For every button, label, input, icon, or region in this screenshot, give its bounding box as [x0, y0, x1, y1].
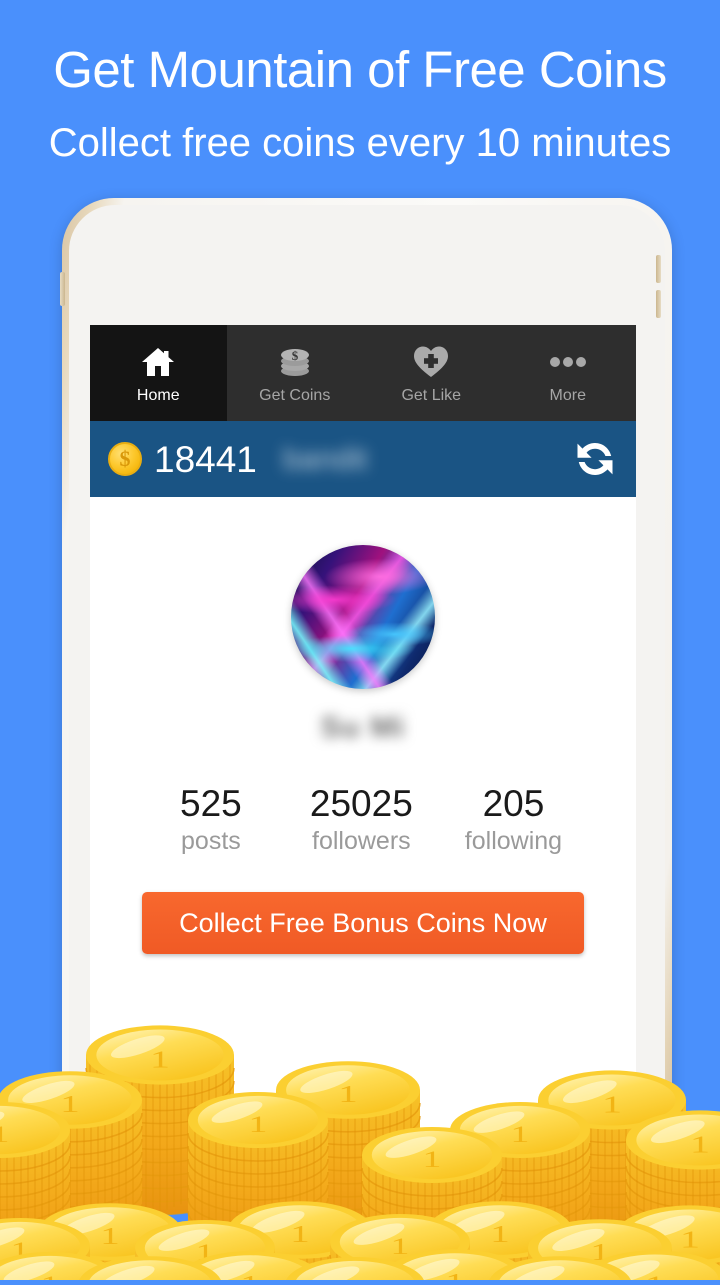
svg-text:1: 1 — [240, 1271, 259, 1280]
tab-home-label: Home — [136, 387, 180, 404]
profile-name: Su Mi — [320, 711, 406, 744]
svg-text:1: 1 — [11, 1237, 30, 1263]
stat-followers[interactable]: 25025 followers — [309, 783, 413, 855]
collect-free-bonus-coins-button[interactable]: Collect Free Bonus Coins Now — [142, 892, 584, 955]
svg-text:$: $ — [292, 348, 299, 363]
home-icon — [138, 342, 178, 382]
profile-stats: 525 posts 25025 followers 205 following — [90, 783, 636, 855]
tab-more[interactable]: More — [500, 325, 637, 421]
cta-container: Collect Free Bonus Coins Now — [90, 854, 636, 955]
coin-balance-value: 18441 — [154, 438, 257, 480]
svg-text:1: 1 — [0, 1121, 9, 1147]
svg-text:1: 1 — [645, 1271, 665, 1280]
svg-text:1: 1 — [346, 1276, 365, 1280]
svg-text:1: 1 — [41, 1271, 60, 1280]
svg-text:1: 1 — [690, 1131, 710, 1159]
stat-followers-label: followers — [312, 826, 411, 855]
stat-following-value: 205 — [482, 783, 545, 824]
svg-text:1: 1 — [680, 1226, 700, 1254]
stat-posts-label: posts — [181, 826, 241, 855]
volume-down-button[interactable] — [656, 290, 661, 318]
stat-posts-value: 525 — [180, 783, 242, 824]
stat-following[interactable]: 205 following — [464, 783, 563, 855]
tab-get-coins[interactable]: $ Get Coins — [227, 325, 364, 421]
volume-up-button[interactable] — [656, 255, 661, 283]
svg-text:1: 1 — [445, 1269, 464, 1280]
profile-section: Su Mi 525 posts 25025 followers 205 foll… — [90, 497, 636, 955]
bottom-tab-bar: Home $ Get Coins Get Like More — [90, 325, 636, 421]
svg-text:1: 1 — [140, 1276, 159, 1280]
svg-text:1: 1 — [490, 1221, 509, 1248]
app-screen: Home $ Get Coins Get Like More $ 18441 b… — [90, 325, 636, 1145]
svg-text:1: 1 — [550, 1276, 569, 1280]
stat-posts[interactable]: 525 posts — [164, 783, 258, 855]
promo-banner: Get Mountain of Free Coins Collect free … — [0, 0, 720, 190]
profile-avatar[interactable] — [291, 545, 435, 689]
svg-text:1: 1 — [391, 1233, 410, 1259]
more-dots-icon — [548, 342, 588, 382]
stat-following-label: following — [464, 826, 563, 855]
username-label: bandit — [282, 441, 368, 476]
svg-text:1: 1 — [196, 1239, 215, 1265]
coin-stack-icon: $ — [275, 342, 315, 382]
svg-text:1: 1 — [100, 1223, 119, 1250]
tab-get-like-label: Get Like — [401, 387, 462, 404]
tab-home[interactable]: Home — [90, 325, 227, 421]
svg-text:1: 1 — [290, 1221, 309, 1248]
coin-balance-bar: $ 18441 bandit — [90, 421, 636, 497]
heart-plus-icon — [411, 342, 451, 382]
dollar-coin-icon: $ — [108, 442, 142, 476]
svg-text:1: 1 — [590, 1239, 609, 1266]
tab-get-like[interactable]: Get Like — [363, 325, 500, 421]
tab-get-coins-label: Get Coins — [259, 387, 331, 404]
power-button[interactable] — [60, 272, 65, 306]
promo-subtitle: Collect free coins every 10 minutes — [48, 121, 672, 165]
refresh-icon[interactable] — [572, 436, 618, 482]
promo-title: Get Mountain of Free Coins — [53, 41, 667, 98]
tab-more-label: More — [549, 387, 586, 404]
stat-followers-value: 25025 — [309, 783, 413, 824]
